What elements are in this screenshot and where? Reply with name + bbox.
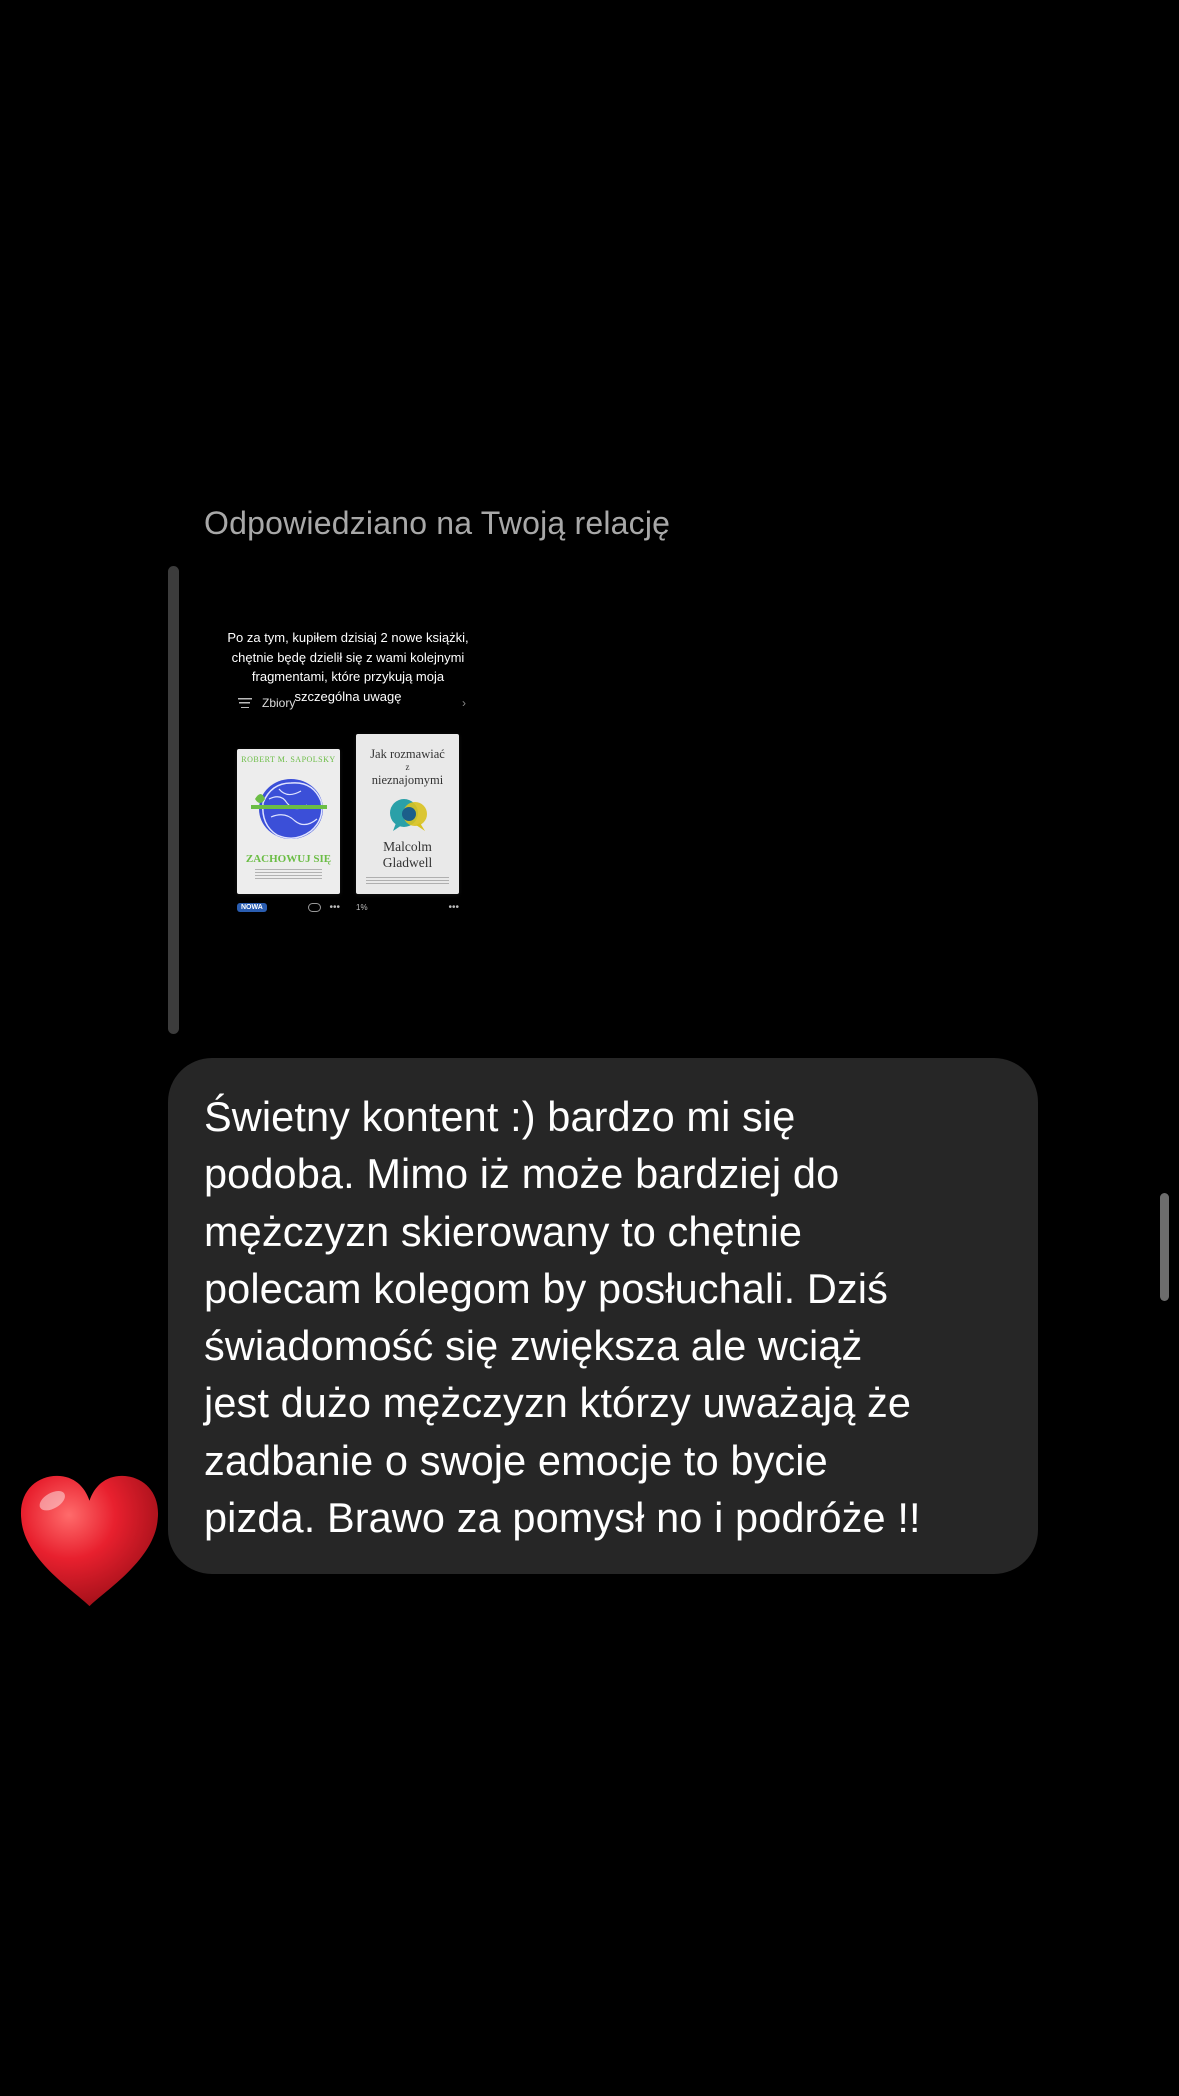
author-line: Malcolm xyxy=(383,839,432,854)
book-meta-row: 1% ••• xyxy=(356,901,459,913)
book-title: ZACHOWUJ SIĘ xyxy=(245,853,332,865)
title-line: Jak rozmawiać xyxy=(370,747,445,761)
heart-reaction-icon[interactable] xyxy=(12,1462,167,1620)
title-line: nieznajomymi xyxy=(371,773,444,787)
scrollbar[interactable] xyxy=(1160,1193,1169,1301)
cloud-icon xyxy=(308,902,322,912)
book-meta-row: NOWA ••• xyxy=(237,901,340,913)
book-cover-zachowuj-sie: ROBERT M. SAPOLSKY ZACHOWUJ SIĘ xyxy=(237,749,340,894)
progress-label: 1% xyxy=(356,902,368,912)
list-icon xyxy=(238,698,252,708)
collection-label: Zbiory xyxy=(262,696,296,710)
title-line: z xyxy=(405,762,410,772)
more-icon: ••• xyxy=(329,901,340,913)
message-bubble[interactable]: Świetny kontent :) bardzo mi się podoba.… xyxy=(168,1058,1038,1574)
book-subtitle-lines xyxy=(255,869,322,881)
reply-context-label: Odpowiedziano na Twoją relację xyxy=(204,505,671,541)
author-line: Gladwell xyxy=(382,855,433,870)
book-author: Malcolm Gladwell xyxy=(356,839,459,871)
reply-indicator-bar xyxy=(168,566,179,1034)
brain-illustration xyxy=(251,779,327,839)
message-text: Świetny kontent :) bardzo mi się podoba.… xyxy=(204,1093,921,1542)
speech-bubbles-illustration xyxy=(390,799,427,831)
new-badge: NOWA xyxy=(237,902,267,912)
book-title: Jak rozmawiać z nieznajomymi xyxy=(360,746,455,788)
book-blurb-lines xyxy=(366,877,449,885)
collection-row: Zbiory › xyxy=(238,694,466,712)
chevron-right-icon: › xyxy=(462,696,466,710)
story-preview[interactable]: Po za tym, kupiłem dzisiaj 2 nowe książk… xyxy=(216,566,480,1034)
more-icon: ••• xyxy=(448,901,459,913)
book-cover-jak-rozmawiac: Jak rozmawiać z nieznajomymi Malcolm Gla… xyxy=(356,734,459,894)
book-author: ROBERT M. SAPOLSKY xyxy=(241,755,336,764)
